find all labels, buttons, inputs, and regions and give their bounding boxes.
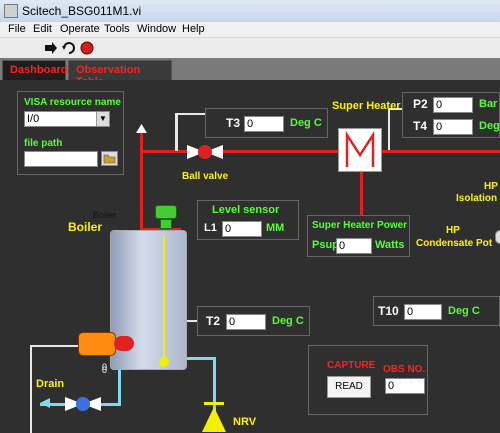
tab-dashboard[interactable]: Dashboard <box>2 60 67 80</box>
app-icon <box>4 4 18 18</box>
drain-lead-left <box>30 345 32 433</box>
menu-operate[interactable]: Operate <box>60 23 100 35</box>
l1-unit: MM <box>266 222 285 234</box>
title-bar: Scitech_BSG011M1.vi <box>0 0 500 22</box>
level-sensor-group: Level sensor L1 0 MM <box>197 200 299 240</box>
menu-file[interactable]: File <box>8 23 26 35</box>
capture-group: CAPTURE OBS NO. READ 0 <box>308 345 428 415</box>
super-heater-power-label: Super Heater Power <box>312 220 408 231</box>
menu-bar: File Edit Operate Tools Window Help <box>0 22 500 38</box>
super-heater-label: Super Heater <box>332 100 401 112</box>
tab-strip: Dashboard Observation Table <box>0 58 500 88</box>
condensate-pot-icon <box>495 230 500 244</box>
t4-label: T4 <box>413 119 428 133</box>
drain-arrow-icon <box>40 398 50 408</box>
heater-coil-icon <box>345 130 375 167</box>
psup-unit: Watts <box>375 239 405 251</box>
menu-window[interactable]: Window <box>137 23 176 35</box>
dropdown-arrow-icon: ▼ <box>96 112 109 126</box>
super-heater-power-group: Super Heater Power Psup 0 Watts <box>307 215 410 257</box>
p2-t4-group: P2 0 Bar T4 0 Deg <box>402 92 500 138</box>
t3-lead-h <box>175 113 205 115</box>
toolbar <box>0 38 500 58</box>
window-title: Scitech_BSG011M1.vi <box>22 4 142 18</box>
l1-label: L1 <box>204 222 217 234</box>
dashboard-panel: VISA resource name I/0 ▼ file path T3 0 … <box>0 80 500 433</box>
t10-value: 0 <box>404 304 442 320</box>
psup-label: Psup <box>312 239 339 251</box>
file-path-input[interactable] <box>24 151 98 167</box>
visa-group: VISA resource name I/0 ▼ file path <box>17 91 124 175</box>
hp-condensate-label-2: Condensate Pot <box>416 238 493 249</box>
t2-label: T2 <box>206 314 221 328</box>
ball-valve-label: Ball valve <box>182 171 229 182</box>
file-path-label: file path <box>24 138 63 149</box>
capture-label: CAPTURE <box>327 360 376 371</box>
read-button[interactable]: READ <box>327 376 371 398</box>
obs-no-value: 0 <box>385 378 425 394</box>
level-sensor-title: Level sensor <box>212 204 280 216</box>
t10-label: T10 <box>378 304 399 318</box>
up-arrow-icon <box>136 124 147 133</box>
level-probe <box>163 235 165 363</box>
menu-edit[interactable]: Edit <box>33 23 52 35</box>
t3-indicator: T3 0 Deg C <box>205 108 328 138</box>
tab-observation-table[interactable]: Observation Table <box>68 60 172 88</box>
ball-valve-icon[interactable] <box>185 142 225 162</box>
obs-no-label: OBS NO. <box>383 364 426 375</box>
hp-condensate-label-1: HP <box>446 225 460 236</box>
hp-isolation-label-1: HP <box>484 181 498 192</box>
t10-unit: Deg C <box>448 305 480 317</box>
l1-value: 0 <box>222 221 262 237</box>
run-arrow-icon[interactable] <box>44 41 58 55</box>
boiler-label: Boiler <box>68 220 103 234</box>
level-sensor-neck <box>160 219 172 229</box>
nrv-label: NRV <box>233 416 257 428</box>
folder-icon <box>103 154 116 164</box>
burner-body-icon <box>78 332 116 356</box>
t2-indicator: T2 0 Deg C <box>197 306 310 336</box>
boiler-small-label: Boiler <box>93 210 117 220</box>
drain-label: Drain <box>36 378 65 390</box>
p2-unit: Bar <box>479 98 498 110</box>
p2-value: 0 <box>433 97 473 113</box>
t3-value: 0 <box>244 116 284 132</box>
psup-value: 0 <box>336 238 372 254</box>
hp-isolation-label-2: Isolation <box>456 193 498 204</box>
visa-resource-select[interactable]: I/0 ▼ <box>24 111 110 127</box>
t3-unit: Deg C <box>290 117 322 129</box>
t3-label: T3 <box>226 116 241 130</box>
menu-tools[interactable]: Tools <box>104 23 130 35</box>
burner-zero-label: 0 <box>102 362 108 372</box>
burner-flame-icon <box>114 336 134 351</box>
t2-value: 0 <box>226 314 266 330</box>
browse-folder-button[interactable] <box>101 151 118 166</box>
run-continuously-icon[interactable] <box>62 41 76 55</box>
t4-value: 0 <box>433 119 473 135</box>
t3-lead <box>175 113 178 151</box>
level-float-icon <box>159 357 169 367</box>
p2-lead <box>388 108 390 150</box>
p2-label: P2 <box>413 97 428 111</box>
t10-indicator: T10 0 Deg C <box>373 296 500 326</box>
riser-pipe <box>140 130 143 230</box>
drain-lead-top <box>30 345 80 347</box>
abort-icon[interactable] <box>80 41 94 55</box>
t4-unit: Deg <box>479 120 500 132</box>
nrv-icon <box>202 402 226 432</box>
super-heater-unit <box>338 128 382 172</box>
t2-unit: Deg C <box>272 315 304 327</box>
menu-help[interactable]: Help <box>182 23 205 35</box>
visa-label: VISA resource name <box>24 97 121 108</box>
drain-valve-icon[interactable] <box>63 394 103 414</box>
level-sensor-head-icon <box>155 205 177 219</box>
